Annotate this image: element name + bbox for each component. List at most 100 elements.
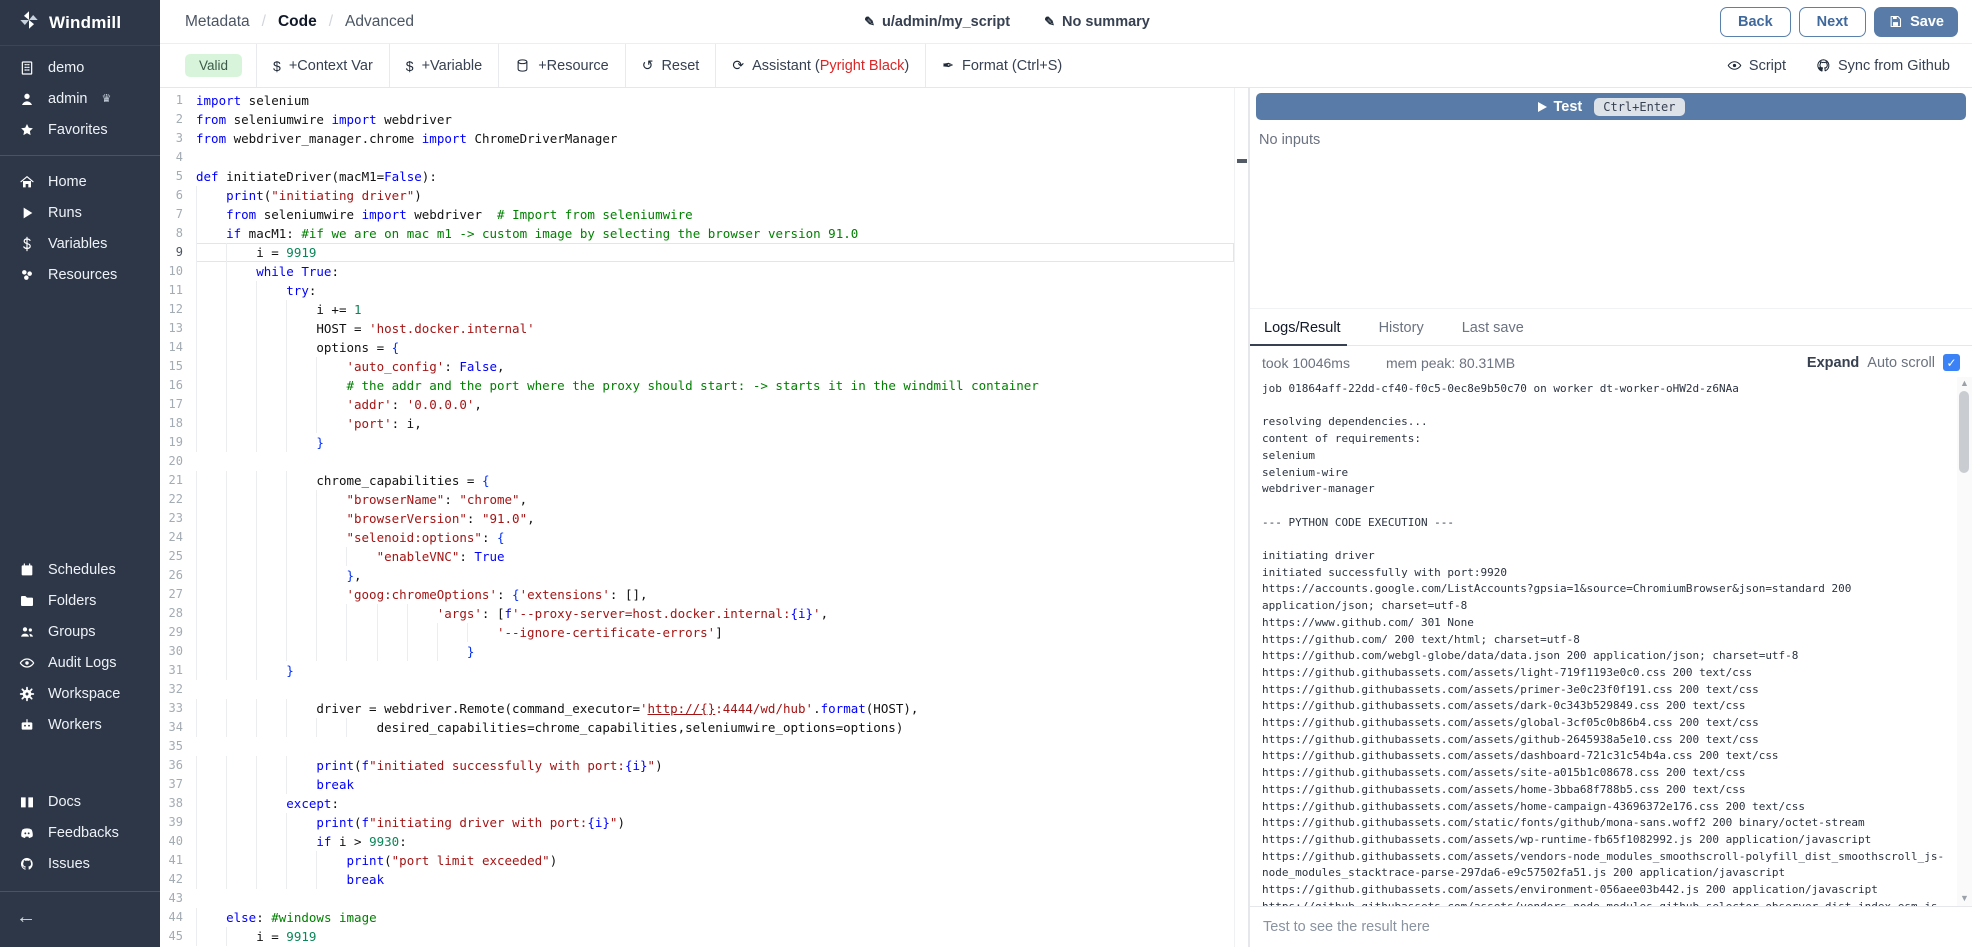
- code-line[interactable]: 27'goog:chromeOptions': {'extensions': […: [160, 585, 1234, 604]
- assistant-button[interactable]: ⟳ Assistant (Pyright Black): [715, 44, 925, 87]
- code-line[interactable]: 18'port': i,: [160, 414, 1234, 433]
- code-line[interactable]: 41print("port limit exceeded"): [160, 851, 1234, 870]
- sidebar-item-schedules[interactable]: Schedules: [0, 554, 160, 585]
- code-line[interactable]: 3from webdriver_manager.chrome import Ch…: [160, 129, 1234, 148]
- code-line[interactable]: 11try:: [160, 281, 1234, 300]
- next-button[interactable]: Next: [1799, 7, 1866, 37]
- script-summary[interactable]: ✎ No summary: [1044, 14, 1150, 30]
- code-line[interactable]: 20: [160, 452, 1234, 471]
- code-line[interactable]: 4: [160, 148, 1234, 167]
- code-line[interactable]: 28'args': [f'--proxy-server=host.docker.…: [160, 604, 1234, 623]
- code-line[interactable]: 12i += 1: [160, 300, 1234, 319]
- save-button[interactable]: Save: [1874, 7, 1958, 37]
- sidebar: Windmill demo admin ♛ Favorites Home: [0, 0, 160, 947]
- code-line[interactable]: 1import selenium: [160, 91, 1234, 110]
- tab-logs-result[interactable]: Logs/Result: [1262, 312, 1355, 345]
- reset-label: Reset: [661, 58, 699, 74]
- sidebar-item-favorites[interactable]: Favorites: [0, 114, 160, 145]
- code-line[interactable]: 15'auto_config': False,: [160, 357, 1234, 376]
- code-line[interactable]: 2from seleniumwire import webdriver: [160, 110, 1234, 129]
- code-line[interactable]: 21chrome_capabilities = {: [160, 471, 1234, 490]
- code-line[interactable]: 32: [160, 680, 1234, 699]
- code-line[interactable]: 14options = {: [160, 338, 1234, 357]
- code-line[interactable]: 45i = 9919: [160, 927, 1234, 946]
- code-line[interactable]: 10while True:: [160, 262, 1234, 281]
- header: Metadata / Code / Advanced ✎ u/admin/my_…: [160, 0, 1972, 44]
- code-line[interactable]: 42break: [160, 870, 1234, 889]
- brand[interactable]: Windmill: [0, 0, 160, 46]
- add-resource-label: +Resource: [538, 58, 609, 74]
- code-line[interactable]: 30}: [160, 642, 1234, 661]
- sidebar-group-workspace: demo admin ♛ Favorites: [0, 46, 160, 145]
- code-line[interactable]: 25"enableVNC": True: [160, 547, 1234, 566]
- code-line[interactable]: 23"browserVersion": "91.0",: [160, 509, 1234, 528]
- code-line[interactable]: 8if macM1: #if we are on mac m1 -> custo…: [160, 224, 1234, 243]
- sidebar-item-home[interactable]: Home: [0, 166, 160, 197]
- sidebar-item-resources[interactable]: Resources: [0, 259, 160, 290]
- logs-scrollbar[interactable]: ▲ ▼: [1957, 377, 1972, 906]
- code-line[interactable]: 16# the addr and the port where the prox…: [160, 376, 1234, 395]
- code-line[interactable]: 5def initiateDriver(macM1=False):: [160, 167, 1234, 186]
- tab-history[interactable]: History: [1377, 312, 1438, 345]
- code-line[interactable]: 26},: [160, 566, 1234, 585]
- scroll-up-icon[interactable]: ▲: [1957, 377, 1972, 389]
- add-variable-button[interactable]: $ +Variable: [389, 44, 498, 87]
- tab-last-save[interactable]: Last save: [1460, 312, 1538, 345]
- code-editor[interactable]: 1import selenium2from seleniumwire impor…: [160, 88, 1250, 947]
- add-variable-label: +Variable: [422, 58, 483, 74]
- add-context-var-button[interactable]: $ +Context Var: [256, 44, 389, 87]
- collapse-arrow-icon[interactable]: ←: [16, 906, 36, 928]
- sidebar-item-docs[interactable]: Docs: [0, 786, 160, 817]
- scroll-down-icon[interactable]: ▼: [1957, 892, 1972, 904]
- code-line[interactable]: 24"selenoid:options": {: [160, 528, 1234, 547]
- sidebar-item-audit-logs[interactable]: Audit Logs: [0, 647, 160, 678]
- sidebar-item-user[interactable]: admin ♛: [0, 83, 160, 114]
- code-line[interactable]: 9i = 9919: [160, 243, 1234, 262]
- code-line[interactable]: 17'addr': '0.0.0.0',: [160, 395, 1234, 414]
- code-line[interactable]: 22"browserName": "chrome",: [160, 490, 1234, 509]
- code-line[interactable]: 39print(f"initiating driver with port:{i…: [160, 813, 1234, 832]
- scrollbar-thumb[interactable]: [1959, 391, 1969, 473]
- expand-button[interactable]: Expand: [1807, 355, 1859, 371]
- code-line[interactable]: 7from seleniumwire import webdriver # Im…: [160, 205, 1234, 224]
- sidebar-item-folders[interactable]: Folders: [0, 585, 160, 616]
- overview-ruler[interactable]: [1234, 88, 1248, 947]
- add-resource-button[interactable]: +Resource: [498, 44, 625, 87]
- code-line[interactable]: 13HOST = 'host.docker.internal': [160, 319, 1234, 338]
- code-line[interactable]: 6print("initiating driver"): [160, 186, 1234, 205]
- sidebar-item-feedbacks[interactable]: Feedbacks: [0, 817, 160, 848]
- back-button[interactable]: Back: [1720, 7, 1791, 37]
- tab-metadata[interactable]: Metadata: [185, 13, 250, 31]
- reset-button[interactable]: ↺ Reset: [625, 44, 716, 87]
- sidebar-item-variables[interactable]: Variables: [0, 228, 160, 259]
- code-line[interactable]: 34desired_capabilities=chrome_capabiliti…: [160, 718, 1234, 737]
- save-label: Save: [1910, 14, 1944, 30]
- code-line[interactable]: 31}: [160, 661, 1234, 680]
- code-line[interactable]: 44else: #windows image: [160, 908, 1234, 927]
- code-line[interactable]: 35: [160, 737, 1234, 756]
- code-line[interactable]: 33driver = webdriver.Remote(command_exec…: [160, 699, 1234, 718]
- sidebar-item-workspace-settings[interactable]: Workspace: [0, 678, 160, 709]
- code-line[interactable]: 38except:: [160, 794, 1234, 813]
- code-line[interactable]: 29'--ignore-certificate-errors']: [160, 623, 1234, 642]
- script-preview-button[interactable]: Script: [1727, 58, 1786, 74]
- code-line[interactable]: 43: [160, 889, 1234, 908]
- format-button[interactable]: ✒ Format (Ctrl+S): [925, 44, 1078, 87]
- tab-advanced[interactable]: Advanced: [345, 13, 414, 31]
- test-button[interactable]: Test Ctrl+Enter: [1256, 93, 1966, 120]
- sidebar-item-workspace[interactable]: demo: [0, 52, 160, 83]
- sidebar-item-groups[interactable]: Groups: [0, 616, 160, 647]
- code-line[interactable]: 37break: [160, 775, 1234, 794]
- code-line[interactable]: 40if i > 9930:: [160, 832, 1234, 851]
- sidebar-item-runs[interactable]: Runs: [0, 197, 160, 228]
- script-path[interactable]: ✎ u/admin/my_script: [864, 14, 1010, 30]
- sidebar-item-issues[interactable]: Issues: [0, 848, 160, 879]
- tab-code[interactable]: Code: [278, 13, 317, 31]
- sidebar-item-workers[interactable]: Workers: [0, 709, 160, 740]
- code-line[interactable]: 19}: [160, 433, 1234, 452]
- sidebar-item-label: Docs: [48, 794, 81, 810]
- autoscroll-checkbox[interactable]: ✓: [1943, 354, 1960, 371]
- logs-body[interactable]: job 01864aff-22dd-cf40-f0c5-0ec8e9b50c70…: [1250, 377, 1972, 906]
- sync-github-button[interactable]: Sync from Github: [1816, 58, 1950, 74]
- code-line[interactable]: 36print(f"initiated successfully with po…: [160, 756, 1234, 775]
